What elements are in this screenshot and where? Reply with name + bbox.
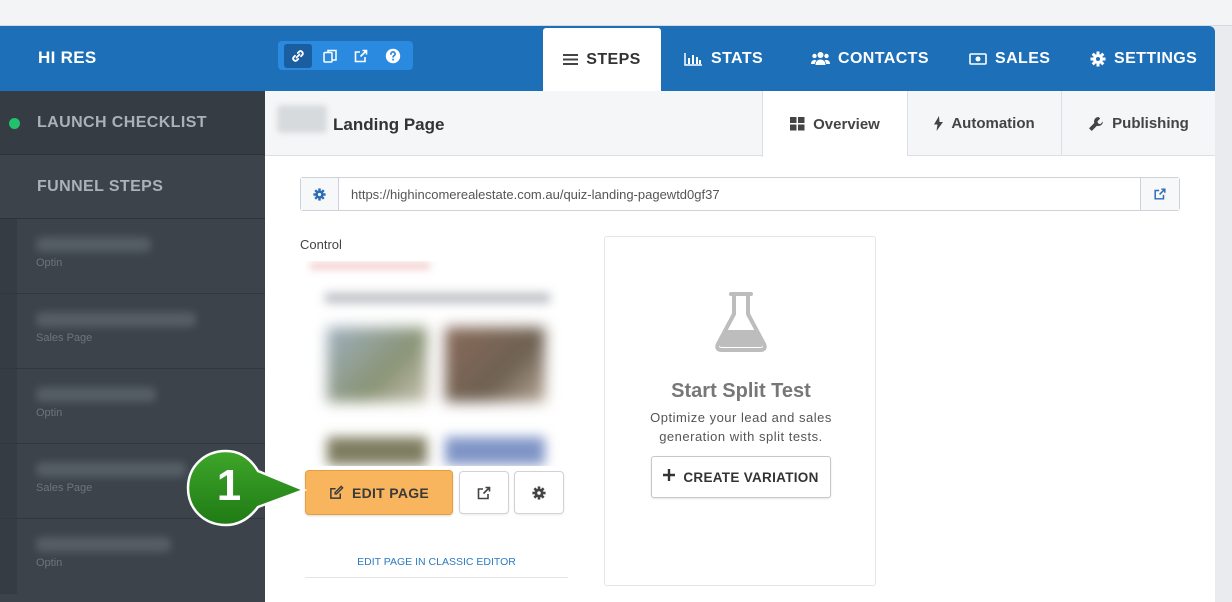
gear-icon <box>532 485 546 500</box>
split-test-card: Start Split Test Optimize your lead and … <box>604 236 876 586</box>
funnel-step-item[interactable]: Optin <box>0 219 265 294</box>
grid-icon <box>790 117 805 131</box>
tab-automation[interactable]: Automation <box>907 91 1061 156</box>
tab-contacts[interactable]: CONTACTS <box>811 26 929 91</box>
tab-overview[interactable]: Overview <box>762 91 907 157</box>
tab-steps[interactable]: STEPS <box>543 28 661 91</box>
tab-settings-label: SETTINGS <box>1114 49 1198 67</box>
step-content: Landing Page Overview Automation Publish… <box>265 91 1215 602</box>
tab-settings[interactable]: SETTINGS <box>1090 26 1197 91</box>
step-drag-handle[interactable] <box>0 519 17 594</box>
step-drag-handle[interactable] <box>0 369 17 443</box>
browser-top-strip <box>0 0 1232 26</box>
external-link-icon <box>1154 188 1166 200</box>
page-preview-thumbnail[interactable] <box>305 261 570 466</box>
external-link-icon <box>477 486 491 499</box>
edit-page-label: EDIT PAGE <box>351 484 430 501</box>
preview-blur <box>445 327 545 402</box>
step-type: Optin <box>36 407 63 419</box>
step-drag-handle[interactable] <box>0 294 17 368</box>
url-settings-button[interactable] <box>301 178 339 210</box>
step-drag-handle[interactable] <box>0 444 17 518</box>
launch-checklist-label: LAUNCH CHECKLIST <box>37 113 207 131</box>
step-name-redacted <box>36 387 156 402</box>
preview-blur <box>310 263 430 269</box>
tab-sales[interactable]: SALES <box>969 26 1050 91</box>
step-name-redacted <box>36 237 151 252</box>
page-settings-button[interactable] <box>514 471 564 514</box>
tab-steps-label: STEPS <box>586 50 641 68</box>
edit-icon <box>329 485 344 500</box>
edit-page-button[interactable]: EDIT PAGE <box>305 470 453 515</box>
flask-icon <box>715 292 767 352</box>
create-variation-label: CREATE VARIATION <box>683 469 819 485</box>
funnel-tools-group <box>278 41 413 70</box>
wrench-icon <box>1088 116 1104 132</box>
preview-blur <box>445 437 545 465</box>
bolt-icon <box>934 116 944 131</box>
page-url-input[interactable] <box>339 178 1140 210</box>
tab-publishing[interactable]: Publishing <box>1061 91 1215 156</box>
split-test-description: Optimize your lead and sales generation … <box>650 410 832 444</box>
step-name-redacted <box>36 462 186 477</box>
app-window: HI RES STEPS STATS CONTACTS SALES SETTIN… <box>0 26 1215 602</box>
help-icon[interactable] <box>379 44 407 68</box>
step-name-redacted <box>36 312 196 327</box>
funnel-steps-label: FUNNEL STEPS <box>37 177 164 195</box>
money-icon <box>969 52 987 65</box>
copy-icon[interactable] <box>316 44 344 68</box>
preview-page-button[interactable] <box>459 471 509 514</box>
tab-publishing-label: Publishing <box>1112 115 1189 132</box>
step-name-redacted <box>36 537 171 552</box>
link-icon[interactable] <box>283 43 312 68</box>
gear-icon <box>313 187 326 201</box>
users-icon <box>811 51 830 66</box>
external-link-icon[interactable] <box>347 44 375 68</box>
control-variation-label: Control <box>300 237 342 252</box>
status-dot <box>9 118 20 129</box>
divider <box>305 577 568 578</box>
step-type: Optin <box>36 557 63 569</box>
page-title: Landing Page <box>333 115 445 134</box>
launch-checklist-item[interactable]: LAUNCH CHECKLIST <box>0 91 265 155</box>
preview-blur <box>327 327 427 402</box>
step-type: Optin <box>36 257 63 269</box>
funnel-step-item[interactable]: Optin <box>0 519 265 594</box>
bars-icon <box>563 53 579 66</box>
funnel-name: HI RES <box>38 48 97 67</box>
tab-stats[interactable]: STATS <box>684 26 763 91</box>
open-url-button[interactable] <box>1140 178 1179 210</box>
page-url-bar <box>300 177 1180 211</box>
top-nav-bar: HI RES STEPS STATS CONTACTS SALES SETTIN… <box>0 26 1215 91</box>
step-type: Sales Page <box>36 332 93 344</box>
funnel-step-item[interactable]: Sales Page <box>0 294 265 369</box>
classic-editor-link[interactable]: EDIT PAGE IN CLASSIC EDITOR <box>305 556 568 568</box>
tab-automation-label: Automation <box>951 115 1035 132</box>
bar-chart-icon <box>684 52 703 66</box>
preview-blur <box>327 437 427 465</box>
plus-icon <box>663 468 676 486</box>
tab-contacts-label: CONTACTS <box>838 49 929 67</box>
step-callout-number: 1 <box>216 461 242 510</box>
step-drag-handle[interactable] <box>0 219 17 293</box>
tab-overview-label: Overview <box>813 115 880 133</box>
tab-sales-label: SALES <box>995 49 1051 67</box>
preview-blur <box>325 293 550 303</box>
funnel-step-item[interactable]: Optin <box>0 369 265 444</box>
gear-icon <box>1090 51 1106 67</box>
split-test-title: Start Split Test <box>671 380 811 402</box>
create-variation-button[interactable]: CREATE VARIATION <box>651 456 831 498</box>
tab-stats-label: STATS <box>711 49 764 67</box>
step-thumbnail <box>277 105 327 133</box>
step-header: Landing Page Overview Automation Publish… <box>265 91 1215 157</box>
funnel-steps-heading: FUNNEL STEPS <box>0 155 265 219</box>
